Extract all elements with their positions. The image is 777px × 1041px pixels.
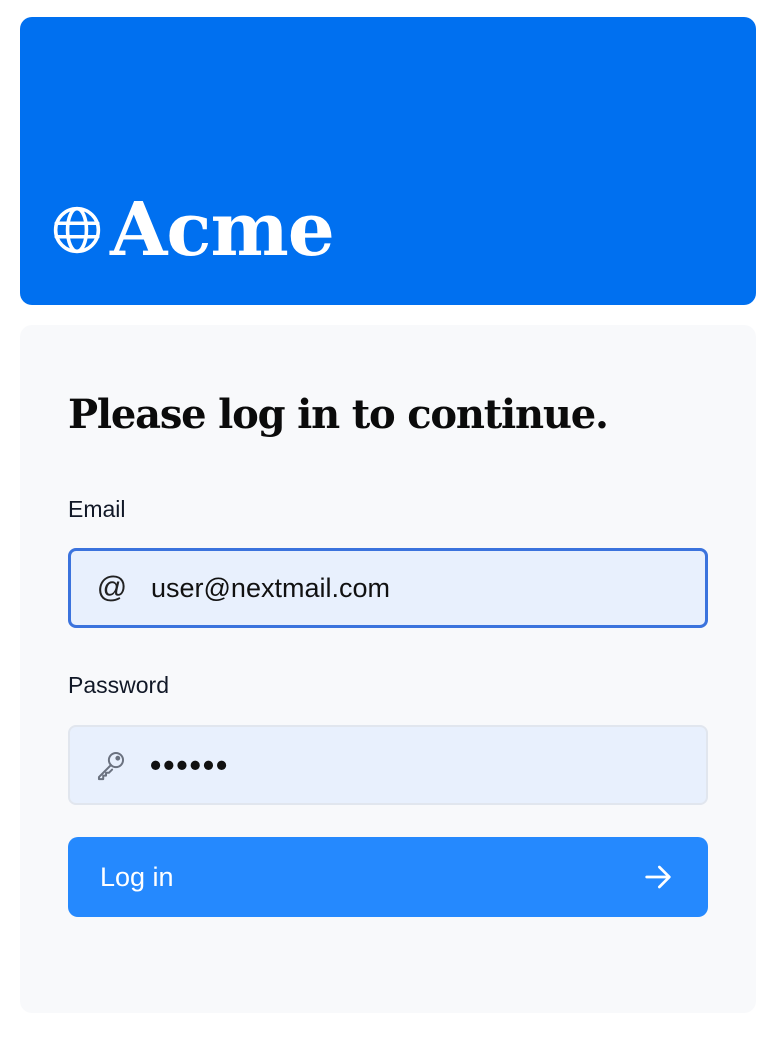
brand-name: Acme — [110, 186, 335, 273]
email-value[interactable]: user@nextmail.com — [151, 573, 390, 604]
brand-banner: Acme — [20, 17, 756, 305]
key-icon — [93, 747, 129, 783]
password-field[interactable]: •••••• — [68, 725, 708, 805]
login-card: Please log in to continue. Email @ user@… — [20, 325, 756, 1013]
email-label: Email — [68, 496, 126, 522]
globe-icon — [53, 206, 101, 253]
login-heading: Please log in to continue. — [68, 391, 609, 438]
email-field[interactable]: @ user@nextmail.com — [68, 548, 708, 628]
acme-logo: Acme — [50, 182, 335, 277]
arrow-right-icon — [645, 865, 671, 889]
at-icon: @ — [96, 571, 128, 604]
login-button[interactable]: Log in — [68, 837, 708, 917]
login-button-label: Log in — [100, 861, 174, 892]
password-value[interactable]: •••••• — [150, 747, 229, 784]
password-label: Password — [68, 672, 169, 698]
